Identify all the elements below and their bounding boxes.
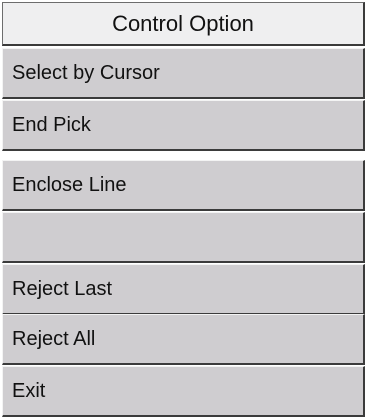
panel-title: Control Option xyxy=(2,2,365,46)
reject-all-button[interactable]: Reject All xyxy=(2,314,365,365)
select-by-cursor-button[interactable]: Select by Cursor xyxy=(2,48,365,99)
reject-last-button[interactable]: Reject Last xyxy=(2,264,365,315)
exit-button[interactable]: Exit xyxy=(2,366,365,417)
end-pick-button[interactable]: End Pick xyxy=(2,100,365,151)
enclose-line-button[interactable]: Enclose Line xyxy=(2,160,365,211)
empty-menu-slot[interactable] xyxy=(2,212,365,263)
control-option-panel: Control Option Select by Cursor End Pick… xyxy=(0,0,367,418)
